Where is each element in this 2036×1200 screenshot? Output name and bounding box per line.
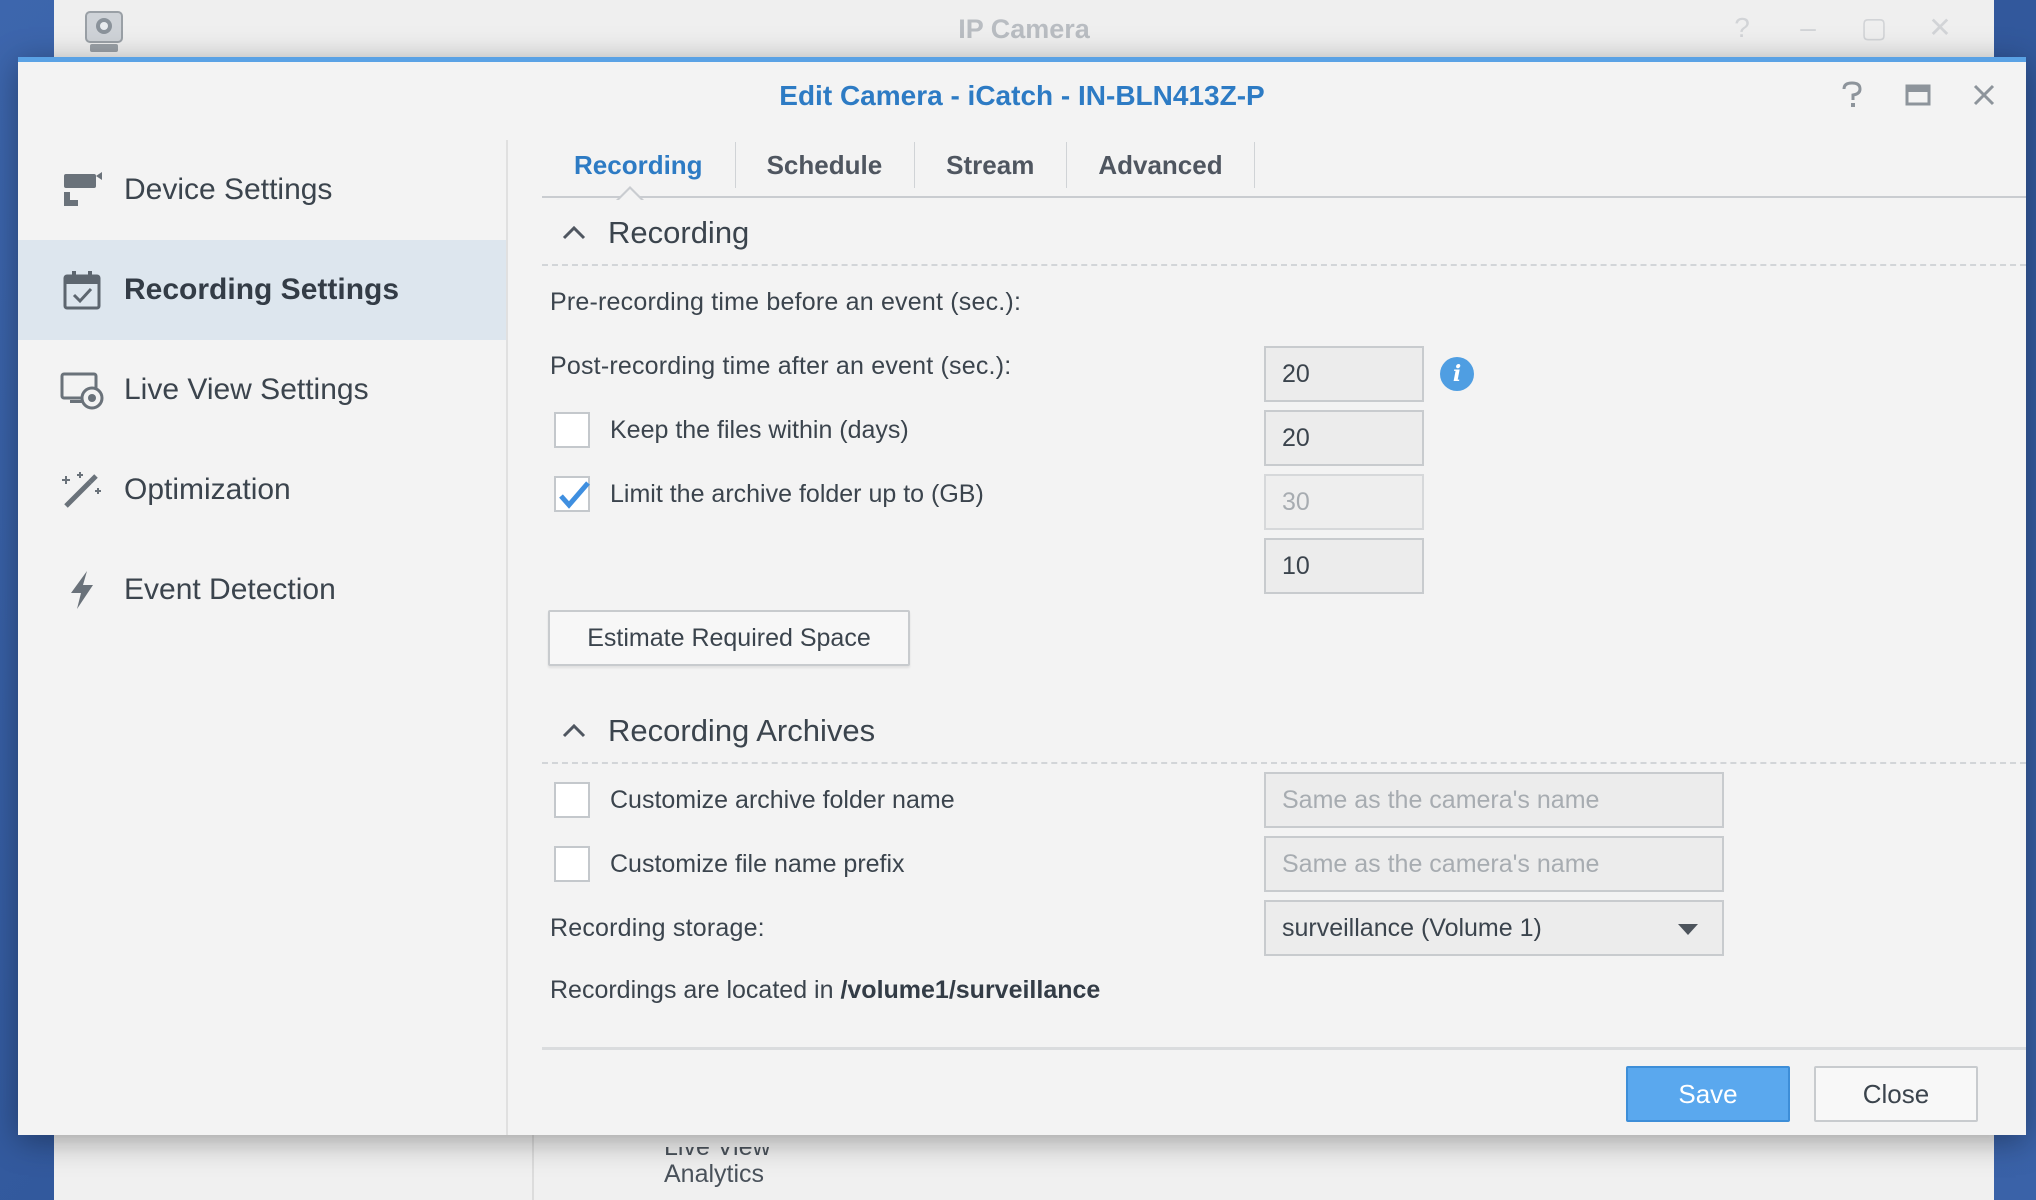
footer-divider xyxy=(542,1047,2026,1050)
tab-stream[interactable]: Stream xyxy=(914,134,1066,196)
ip-camera-titlebar: IP Camera ? – ▢ ✕ xyxy=(54,0,1994,62)
custom-folder-label: Customize archive folder name xyxy=(610,785,955,814)
custom-prefix-checkbox[interactable] xyxy=(554,846,590,882)
magic-wand-icon xyxy=(60,468,104,512)
help-icon[interactable] xyxy=(1838,80,1866,110)
dialog-title: Edit Camera - iCatch - IN-BLN413Z-P xyxy=(779,80,1265,111)
sidebar-item-recording-settings[interactable]: Recording Settings xyxy=(18,240,506,340)
keep-files-label: Keep the files within (days) xyxy=(610,415,909,444)
recording-storage-label: Recording storage: xyxy=(550,913,765,942)
chevron-up-icon xyxy=(562,225,586,240)
sidebar-item-optimization[interactable]: Optimization xyxy=(18,440,506,540)
save-button[interactable]: Save xyxy=(1626,1066,1790,1122)
sidebar-item-label: Device Settings xyxy=(124,173,333,206)
limit-archive-gb-input[interactable]: 10 xyxy=(1264,538,1424,594)
sidebar-item-label: Live View Settings xyxy=(124,373,369,406)
limit-archive-label: Limit the archive folder up to (GB) xyxy=(610,479,984,508)
maximize-icon[interactable]: ▢ xyxy=(1860,14,1888,42)
sidebar-item-event-detection[interactable]: Event Detection xyxy=(18,540,506,640)
section-title: Recording Archives xyxy=(608,713,876,748)
maximize-icon[interactable] xyxy=(1904,80,1932,110)
help-icon[interactable]: ? xyxy=(1728,14,1756,42)
section-header-recording-archives[interactable]: Recording Archives xyxy=(542,700,2026,764)
section-header-recording[interactable]: Recording xyxy=(542,202,2026,266)
post-recording-row: Post-recording time after an event (sec.… xyxy=(542,338,2026,394)
ip-camera-window-controls: ? – ▢ ✕ xyxy=(1728,14,1954,42)
recording-storage-select[interactable]: surveillance (Volume 1) xyxy=(1264,900,1724,956)
estimate-required-space-button[interactable]: Estimate Required Space xyxy=(548,610,910,666)
monitor-camera-icon xyxy=(60,368,104,412)
location-path: /volume1/surveillance xyxy=(840,976,1101,1004)
dialog-window-controls xyxy=(1838,80,1998,110)
location-prefix: Recordings are located in xyxy=(550,976,841,1004)
limit-archive-row: Limit the archive folder up to (GB) xyxy=(542,466,2026,522)
sidebar-item-live-view-settings[interactable]: Live View Settings xyxy=(18,340,506,440)
section-title: Recording xyxy=(608,215,750,250)
close-icon[interactable]: ✕ xyxy=(1926,14,1954,42)
sidebar-item-label: Optimization xyxy=(124,473,291,506)
sidebar-item-label: Event Detection xyxy=(124,573,336,606)
limit-archive-checkbox[interactable] xyxy=(554,476,590,512)
chevron-up-icon xyxy=(562,723,586,738)
dropdown-caret-icon xyxy=(1678,924,1698,935)
edit-camera-dialog: Edit Camera - iCatch - IN-BLN413Z-P Devi… xyxy=(18,57,2026,1135)
camera-device-icon xyxy=(60,168,104,212)
tab-schedule[interactable]: Schedule xyxy=(734,134,915,196)
tab-advanced[interactable]: Advanced xyxy=(1066,134,1255,196)
tab-bar: Recording Schedule Stream Advanced xyxy=(542,134,2026,198)
recordings-location-text: Recordings are located in /volume1/surve… xyxy=(550,976,1100,1005)
keep-files-checkbox[interactable] xyxy=(554,412,590,448)
sidebar-item-label: Recording Settings xyxy=(124,273,400,306)
pre-recording-label: Pre-recording time before an event (sec.… xyxy=(550,287,1022,316)
file-name-prefix-input[interactable]: Same as the camera's name xyxy=(1264,836,1724,892)
keep-files-row: Keep the files within (days) xyxy=(542,402,2026,458)
close-icon[interactable] xyxy=(1970,80,1998,110)
bg-divider xyxy=(532,1130,534,1200)
lightning-icon xyxy=(60,568,104,612)
pre-recording-row: Pre-recording time before an event (sec.… xyxy=(542,274,2026,330)
checkmark-icon xyxy=(559,481,590,509)
minimize-icon[interactable]: – xyxy=(1794,14,1822,42)
calendar-check-icon xyxy=(60,268,104,312)
bg-menu-item-live-view[interactable]: Live View xyxy=(664,1147,771,1159)
bg-menu-partial: Live View Analytics xyxy=(664,1147,771,1189)
settings-sidebar: Device Settings Recording Settings Live … xyxy=(18,140,508,1135)
close-button[interactable]: Close xyxy=(1814,1066,1978,1122)
recording-storage-value: surveillance (Volume 1) xyxy=(1282,913,1542,942)
archive-folder-name-input[interactable]: Same as the camera's name xyxy=(1264,772,1724,828)
sidebar-item-device-settings[interactable]: Device Settings xyxy=(18,140,506,240)
custom-folder-checkbox[interactable] xyxy=(554,782,590,818)
post-recording-label: Post-recording time after an event (sec.… xyxy=(550,351,1012,380)
ip-camera-title: IP Camera xyxy=(958,14,1090,44)
custom-prefix-label: Customize file name prefix xyxy=(610,849,905,878)
bg-menu-item-analytics[interactable]: Analytics xyxy=(664,1159,771,1189)
